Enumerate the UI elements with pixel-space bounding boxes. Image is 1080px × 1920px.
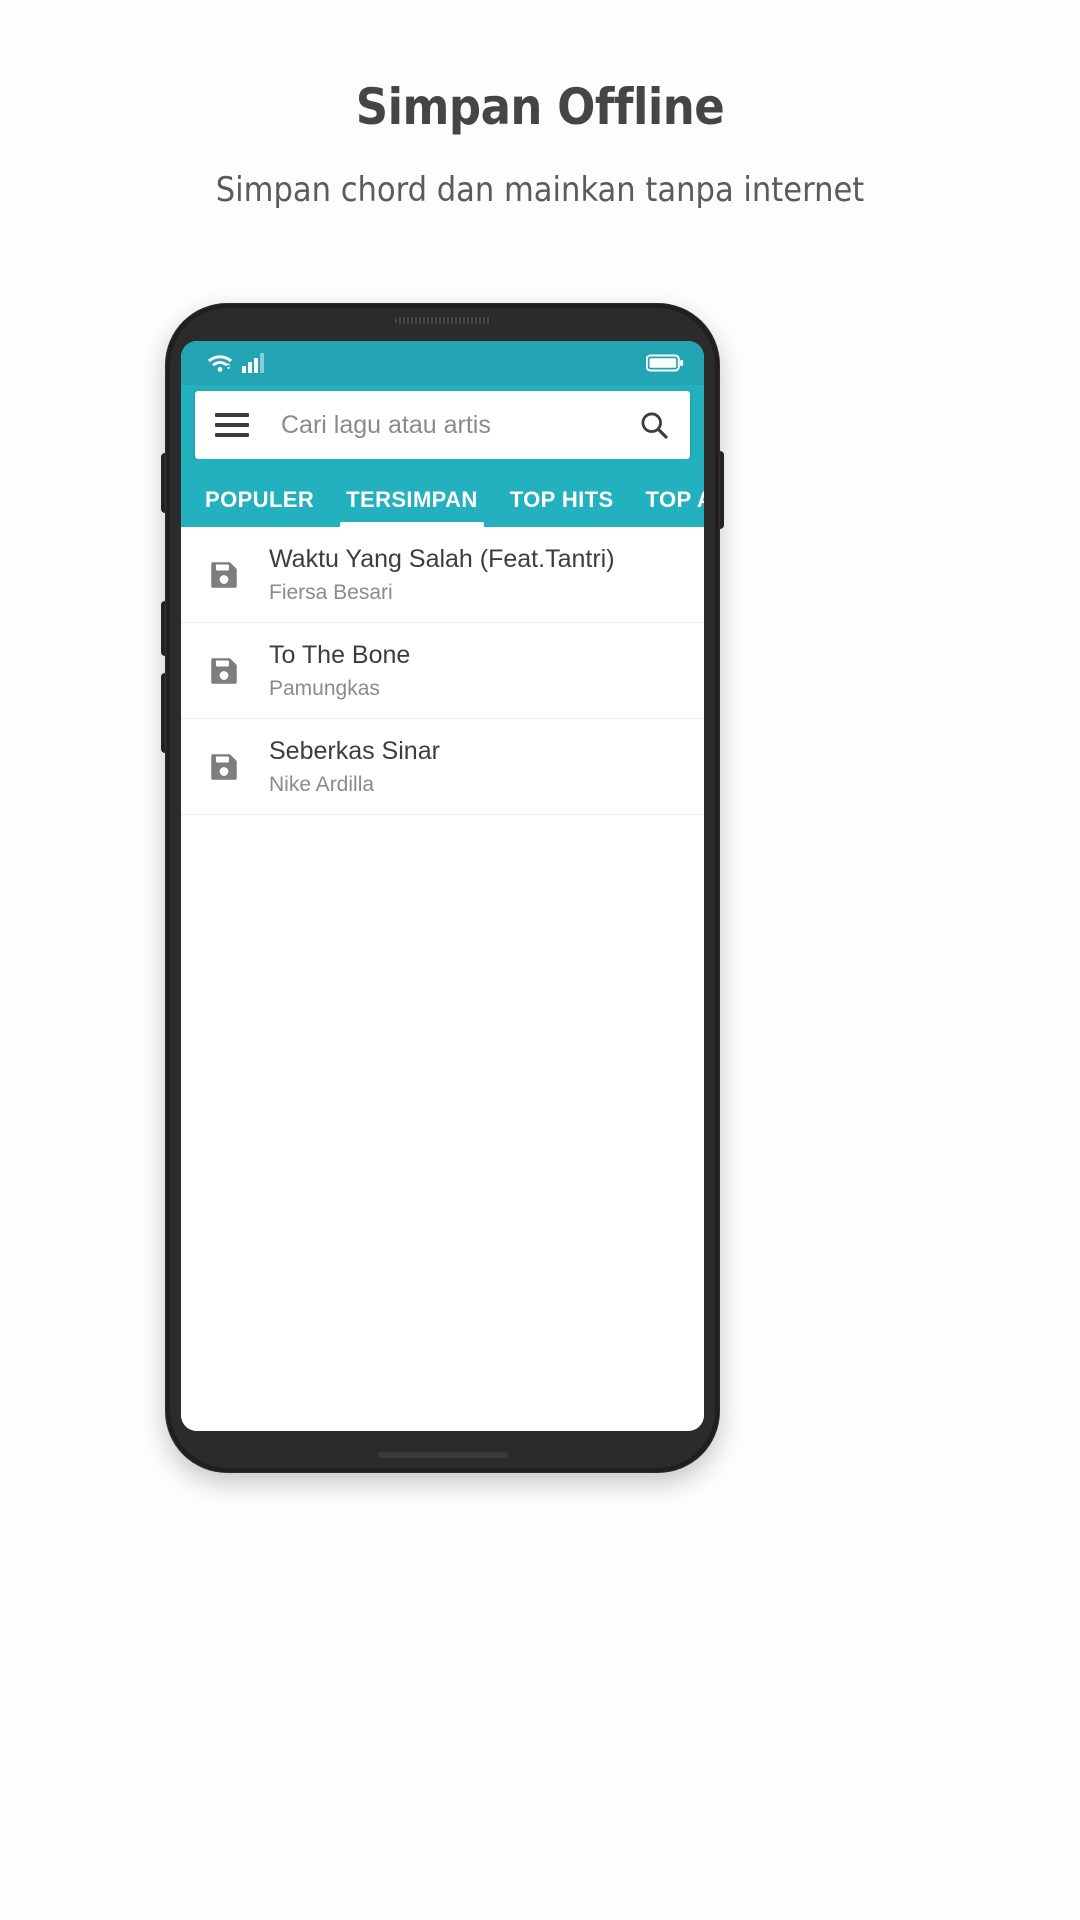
volume-button-bottom[interactable] — [161, 673, 167, 753]
song-title: Seberkas Sinar — [269, 736, 440, 765]
list-item-text: Waktu Yang Salah (Feat.Tantri) Fiersa Be… — [269, 544, 684, 605]
search-input[interactable]: Cari lagu atau artis — [281, 411, 630, 440]
volume-button-top[interactable] — [161, 453, 167, 513]
volume-button-mid[interactable] — [161, 601, 167, 656]
page-subtitle: Simpan chord dan mainkan tanpa internet — [215, 170, 865, 210]
list-item-text: Seberkas Sinar Nike Ardilla — [269, 736, 684, 797]
list-item[interactable]: Seberkas Sinar Nike Ardilla — [181, 719, 704, 815]
song-artist: Pamungkas — [269, 677, 380, 701]
save-floppy-icon — [207, 654, 247, 688]
home-indicator — [377, 1452, 508, 1458]
save-floppy-icon — [207, 750, 247, 784]
status-bar-left-icons — [207, 352, 266, 374]
status-bar-right-icons — [646, 353, 684, 373]
song-artist: Fiersa Besari — [269, 581, 393, 605]
song-artist: Nike Ardilla — [269, 773, 375, 797]
wifi-icon — [208, 355, 232, 372]
search-bar[interactable]: Cari lagu atau artis — [195, 391, 690, 459]
status-bar — [181, 341, 704, 385]
tab-populer[interactable]: POPULER — [189, 489, 330, 527]
promo-screenshot-page: Simpan Offline Simpan chord dan mainkan … — [0, 0, 1080, 1920]
search-icon[interactable] — [638, 409, 670, 441]
save-floppy-icon — [207, 558, 247, 592]
cellular-signal-icon — [242, 353, 264, 373]
list-item[interactable]: Waktu Yang Salah (Feat.Tantri) Fiersa Be… — [181, 527, 704, 623]
phone-screen: Cari lagu atau artis POPULER TERSIMPAN T… — [181, 341, 704, 1431]
tab-top-hits[interactable]: TOP HITS — [494, 489, 630, 527]
hamburger-menu-icon[interactable] — [215, 413, 249, 437]
app-bar: Cari lagu atau artis — [181, 385, 704, 459]
page-title: Simpan Offline — [355, 78, 725, 136]
tab-top-artis[interactable]: TOP ARTIS — [630, 489, 704, 527]
saved-songs-list: Waktu Yang Salah (Feat.Tantri) Fiersa Be… — [181, 527, 704, 1431]
power-button[interactable] — [718, 451, 724, 529]
song-title: Waktu Yang Salah (Feat.Tantri) — [269, 544, 615, 573]
tab-bar: POPULER TERSIMPAN TOP HITS TOP ARTIS — [181, 459, 704, 527]
earpiece-speaker-icon — [394, 317, 491, 324]
battery-icon — [646, 354, 684, 372]
song-title: To The Bone — [269, 640, 411, 669]
list-item[interactable]: To The Bone Pamungkas — [181, 623, 704, 719]
tab-tersimpan[interactable]: TERSIMPAN — [330, 489, 494, 527]
phone-mockup: Cari lagu atau artis POPULER TERSIMPAN T… — [161, 303, 724, 1473]
list-item-text: To The Bone Pamungkas — [269, 640, 684, 701]
